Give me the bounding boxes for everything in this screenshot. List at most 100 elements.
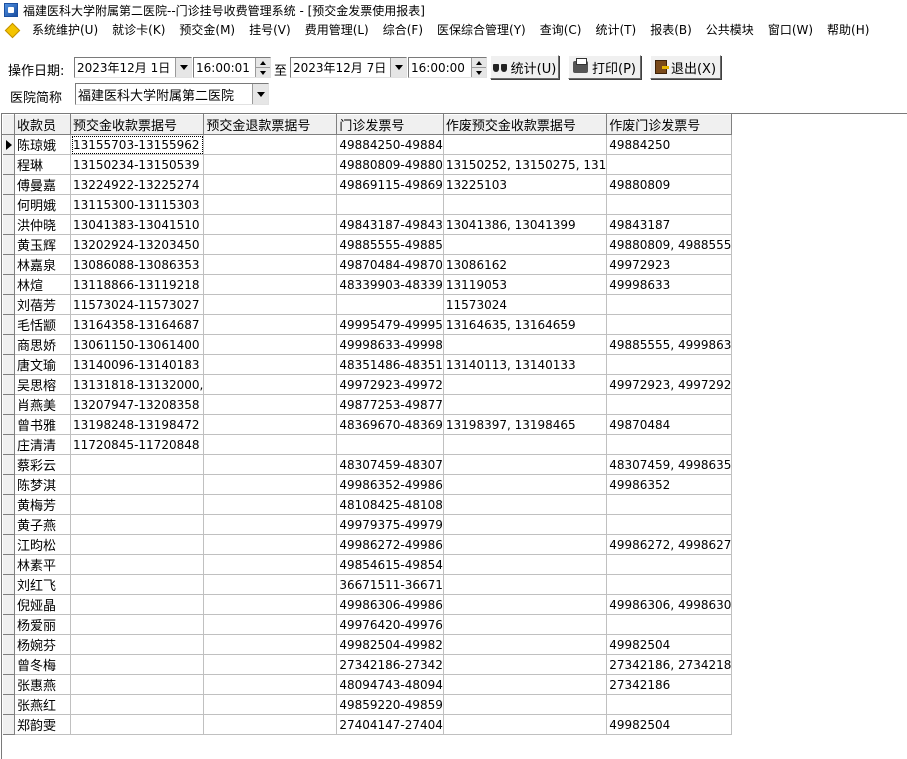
cell-outpatient-invoice[interactable] xyxy=(336,194,444,215)
cell-voided-invoice[interactable]: 49998633 xyxy=(606,274,733,295)
table-row[interactable]: 陈梦淇 49986352-49986 49986352 xyxy=(2,474,733,495)
cell-cashier[interactable]: 杨婉芬 xyxy=(14,634,71,655)
cell-voided-invoice[interactable]: 49986272, 4998627 xyxy=(606,534,733,555)
stats-button[interactable]: 统计(U) xyxy=(490,55,559,79)
cell-deposit-receipt[interactable]: 13118866-13119218 xyxy=(70,274,205,295)
cell-deposit-refund[interactable] xyxy=(203,334,338,355)
cell-voided-deposit[interactable] xyxy=(443,554,608,575)
cell-deposit-refund[interactable] xyxy=(203,214,338,235)
start-date-dropdown-icon[interactable] xyxy=(175,58,191,77)
cell-deposit-receipt[interactable] xyxy=(70,474,205,495)
table-row[interactable]: 林嘉泉 13086088-13086353 49870484-49870 130861… xyxy=(2,254,733,275)
cell-deposit-refund[interactable] xyxy=(203,694,338,715)
cell-outpatient-invoice[interactable]: 49869115-49869 xyxy=(336,174,444,195)
menu-query[interactable]: 查询(C) xyxy=(533,20,589,41)
cell-deposit-receipt[interactable]: 13155703-13155962 xyxy=(70,134,205,155)
col-header-deposit-refund[interactable]: 预交金退款票据号 xyxy=(203,114,338,135)
cell-voided-deposit[interactable] xyxy=(443,474,608,495)
table-row[interactable]: 曾冬梅 27342186-27342 27342186, 2734218 xyxy=(2,654,733,675)
cell-voided-deposit[interactable] xyxy=(443,234,608,255)
row-indicator[interactable] xyxy=(2,374,15,395)
cell-voided-invoice[interactable]: 49884250 xyxy=(606,134,733,155)
table-row[interactable]: 程琳 13150234-13150539 49880809-49880 1315025… xyxy=(2,154,733,175)
row-indicator[interactable] xyxy=(2,694,15,715)
report-grid[interactable]: 收款员 预交金收款票据号 预交金退款票据号 门诊发票号 作废预交金收款票据号 作… xyxy=(1,113,907,759)
cell-voided-invoice[interactable] xyxy=(606,494,733,515)
table-row[interactable]: 蔡彩云 48307459-48307 48307459, 4998635 xyxy=(2,454,733,475)
table-row[interactable]: 刘红飞 36671511-36671 xyxy=(2,574,733,595)
cell-deposit-refund[interactable] xyxy=(203,574,338,595)
cell-voided-invoice[interactable]: 27342186 xyxy=(606,674,733,695)
cell-cashier[interactable]: 毛恬颛 xyxy=(14,314,71,335)
cell-outpatient-invoice[interactable]: 48108425-48108 xyxy=(336,494,444,515)
cell-outpatient-invoice[interactable]: 49884250-49884 xyxy=(336,134,444,155)
cell-voided-invoice[interactable] xyxy=(606,694,733,715)
cell-deposit-receipt[interactable]: 13207947-13208358 xyxy=(70,394,205,415)
cell-voided-deposit[interactable] xyxy=(443,374,608,395)
print-button[interactable]: 打印(P) xyxy=(568,55,641,79)
cell-deposit-receipt[interactable]: 13140096-13140183 xyxy=(70,354,205,375)
table-row[interactable]: 洪仲晓 13041383-13041510 49843187-49843 130413… xyxy=(2,214,733,235)
cell-deposit-refund[interactable] xyxy=(203,434,338,455)
table-row[interactable]: 刘蓓芳 11573024-11573027 11573024 xyxy=(2,294,733,315)
row-indicator[interactable] xyxy=(2,434,15,455)
cell-voided-deposit[interactable] xyxy=(443,494,608,515)
table-row[interactable]: 杨爱丽 49976420-49976 xyxy=(2,614,733,635)
col-header-voided-deposit[interactable]: 作废预交金收款票据号 xyxy=(442,114,608,135)
cell-deposit-receipt[interactable]: 11720845-11720848 xyxy=(70,434,205,455)
cell-outpatient-invoice[interactable] xyxy=(336,434,444,455)
cell-voided-deposit[interactable]: 13119053 xyxy=(443,274,608,295)
cell-deposit-refund[interactable] xyxy=(203,454,338,475)
cell-voided-deposit[interactable] xyxy=(443,534,608,555)
cell-deposit-receipt[interactable] xyxy=(70,714,205,735)
cell-deposit-receipt[interactable]: 13224922-13225274 xyxy=(70,174,205,195)
table-row[interactable]: 杨婉芬 49982504-49982 49982504 xyxy=(2,634,733,655)
cell-deposit-refund[interactable] xyxy=(203,234,338,255)
cell-deposit-refund[interactable] xyxy=(203,614,338,635)
cell-voided-deposit[interactable] xyxy=(443,714,608,735)
row-indicator[interactable] xyxy=(2,334,15,355)
row-indicator[interactable] xyxy=(2,714,15,735)
cell-voided-invoice[interactable] xyxy=(606,554,733,575)
cell-deposit-refund[interactable] xyxy=(203,174,338,195)
cell-deposit-refund[interactable] xyxy=(203,654,338,675)
menu-card[interactable]: 就诊卡(K) xyxy=(105,20,172,41)
cell-voided-invoice[interactable] xyxy=(606,614,733,635)
row-indicator[interactable] xyxy=(2,674,15,695)
menu-deposit[interactable]: 预交金(M) xyxy=(172,20,242,41)
cell-voided-invoice[interactable] xyxy=(606,574,733,595)
cell-voided-invoice[interactable] xyxy=(606,154,733,175)
menu-system[interactable]: 系统维护(U) xyxy=(25,20,105,41)
cell-deposit-receipt[interactable]: 13198248-13198472 xyxy=(70,414,205,435)
cell-outpatient-invoice[interactable]: 49995479-49995 xyxy=(336,314,444,335)
cell-deposit-receipt[interactable] xyxy=(70,494,205,515)
cell-deposit-receipt[interactable] xyxy=(70,654,205,675)
cell-deposit-refund[interactable] xyxy=(203,634,338,655)
end-date-picker[interactable]: 2023年12月 7日 xyxy=(290,57,407,78)
cell-cashier[interactable]: 陈琼娥 xyxy=(14,134,71,155)
cell-voided-deposit[interactable] xyxy=(443,454,608,475)
cell-cashier[interactable]: 商思娇 xyxy=(14,334,71,355)
cell-deposit-receipt[interactable]: 13086088-13086353 xyxy=(70,254,205,275)
cell-voided-deposit[interactable]: 13164635, 13164659 xyxy=(443,314,608,335)
table-row[interactable]: 张燕红 49859220-49859 xyxy=(2,694,733,715)
cell-voided-invoice[interactable]: 49986352 xyxy=(606,474,733,495)
row-indicator[interactable] xyxy=(2,354,15,375)
spin-down-icon[interactable] xyxy=(472,67,486,77)
cell-deposit-receipt[interactable] xyxy=(70,514,205,535)
cell-cashier[interactable]: 林素平 xyxy=(14,554,71,575)
spin-up-icon[interactable] xyxy=(256,58,270,67)
cell-deposit-refund[interactable] xyxy=(203,294,338,315)
col-header-outpatient-invoice[interactable]: 门诊发票号 xyxy=(336,114,444,135)
cell-voided-invoice[interactable]: 49870484 xyxy=(606,414,733,435)
cell-voided-deposit[interactable] xyxy=(443,514,608,535)
cell-deposit-refund[interactable] xyxy=(203,594,338,615)
row-indicator[interactable] xyxy=(2,654,15,675)
cell-deposit-refund[interactable] xyxy=(203,194,338,215)
cell-voided-invoice[interactable] xyxy=(606,394,733,415)
cell-voided-invoice[interactable]: 49972923 xyxy=(606,254,733,275)
table-row[interactable]: 唐文瑜 13140096-13140183 48351486-48351 131401… xyxy=(2,354,733,375)
cell-deposit-refund[interactable] xyxy=(203,494,338,515)
cell-cashier[interactable]: 曾书雅 xyxy=(14,414,71,435)
cell-deposit-refund[interactable] xyxy=(203,314,338,335)
